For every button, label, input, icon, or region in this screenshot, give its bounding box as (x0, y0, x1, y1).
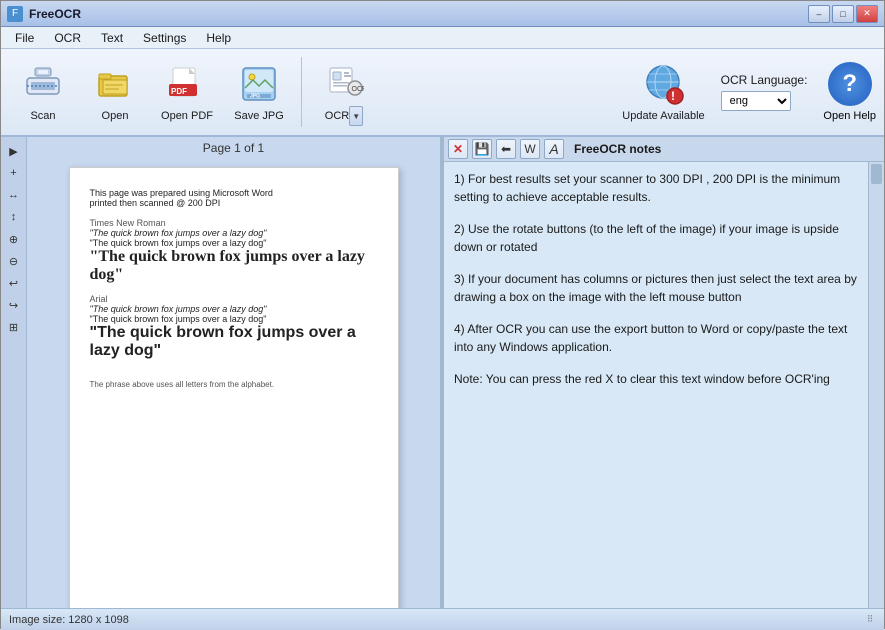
toolbar-separator-1 (301, 57, 302, 127)
notes-save-button[interactable]: 💾 (472, 139, 492, 159)
scan-icon (21, 62, 65, 106)
maximize-button[interactable]: □ (832, 5, 854, 23)
status-text: Image size: 1280 x 1098 (9, 614, 864, 626)
page-image: This page was prepared using Microsoft W… (69, 167, 399, 608)
scan-label: Scan (30, 110, 55, 122)
toolbar-right: ! Update Available OCR Language: eng fra… (622, 62, 876, 122)
open-pdf-button[interactable]: PDF Open PDF (153, 53, 221, 131)
arial-font-label: Arial (90, 294, 378, 304)
notes-font-button[interactable]: A (544, 139, 564, 159)
status-bar: Image size: 1280 x 1098 ⠿ (1, 608, 884, 630)
notes-header: ✕ 💾 ⬅ W A FreeOCR notes (444, 137, 884, 162)
ocr-icon: OCR (322, 58, 366, 102)
notes-para-3: 3) If your document has columns or pictu… (454, 270, 858, 306)
ocr-dropdown-arrow[interactable]: ▼ (349, 106, 363, 126)
notes-word-button[interactable]: W (520, 139, 540, 159)
intro-text: This page was prepared using Microsoft W… (90, 188, 378, 208)
app-icon: F (7, 6, 23, 22)
notes-para-1: 1) For best results set your scanner to … (454, 170, 858, 206)
save-jpg-icon: JPG (237, 62, 281, 106)
ocr-language-group: OCR Language: eng fra deu spa (721, 73, 808, 111)
ocr-language-select[interactable]: eng fra deu spa (721, 91, 791, 111)
menu-text[interactable]: Text (91, 29, 133, 47)
minimize-button[interactable]: – (808, 5, 830, 23)
open-help-button[interactable]: ? Open Help (823, 62, 876, 122)
menu-bar: File OCR Text Settings Help (1, 27, 884, 49)
arial-quote2: "The quick brown fox jumps over a lazy d… (90, 314, 378, 324)
zoom-minus-button[interactable]: ⊖ (4, 251, 24, 271)
scan-button[interactable]: Scan (9, 53, 77, 131)
window-controls: – □ ✕ (808, 5, 878, 23)
resize-grip[interactable]: ⠿ (864, 614, 876, 626)
footer-text: The phrase above uses all letters from t… (90, 380, 378, 389)
save-jpg-label: Save JPG (234, 110, 284, 122)
grid-button[interactable]: ⊞ (4, 317, 24, 337)
notes-para-2: 2) Use the rotate buttons (to the left o… (454, 220, 858, 256)
zoom-in-button[interactable]: + (4, 163, 24, 183)
window-title: FreeOCR (29, 7, 808, 21)
times-quote2: "The quick brown fox jumps over a lazy d… (90, 238, 378, 248)
ocr-label: OCR (325, 110, 349, 122)
notes-title: FreeOCR notes (568, 140, 667, 158)
notes-para-4: 4) After OCR you can use the export butt… (454, 320, 858, 356)
arial-quote1: "The quick brown fox jumps over a lazy d… (90, 304, 378, 314)
image-panel: Page 1 of 1 This page was prepared using… (27, 137, 440, 608)
svg-text:PDF: PDF (171, 87, 187, 96)
notes-scrollbar[interactable] (868, 162, 884, 608)
page-label: Page 1 of 1 (203, 137, 264, 159)
times-quote1: "The quick brown fox jumps over a lazy d… (90, 228, 378, 238)
arial-block: Arial "The quick brown fox jumps over a … (90, 294, 378, 360)
rotate-right-button[interactable]: ↪ (4, 295, 24, 315)
times-block: Times New Roman "The quick brown fox jum… (90, 218, 378, 284)
ocr-button[interactable]: OCR OCR ▼ (310, 53, 378, 131)
open-icon (93, 62, 137, 106)
ocr-dropdown-row: OCR ▼ (325, 106, 363, 126)
help-label: Open Help (823, 110, 876, 122)
notes-para-5: Note: You can press the red X to clear t… (454, 370, 858, 388)
times-font-label: Times New Roman (90, 218, 378, 228)
pdf-icon: PDF (165, 62, 209, 106)
globe-icon: ! (641, 62, 685, 106)
update-button[interactable]: ! Update Available (622, 62, 704, 122)
play-button[interactable]: ▶ (4, 141, 24, 161)
page-container: This page was prepared using Microsoft W… (27, 159, 440, 608)
notes-panel: ✕ 💾 ⬅ W A FreeOCR notes 1) For best resu… (444, 137, 884, 608)
times-large-text: "The quick brown fox jumps over a lazy d… (90, 248, 378, 284)
toolbar: Scan Open PDF Open PDF (1, 49, 884, 137)
intro-block: This page was prepared using Microsoft W… (90, 188, 378, 208)
open-label: Open (102, 110, 129, 122)
title-bar: F FreeOCR – □ ✕ (1, 1, 884, 27)
notes-content: 1) For best results set your scanner to … (444, 162, 868, 608)
arial-large-text: "The quick brown fox jumps over a lazy d… (90, 324, 378, 360)
notes-close-button[interactable]: ✕ (448, 139, 468, 159)
help-icon: ? (828, 62, 872, 106)
menu-settings[interactable]: Settings (133, 29, 196, 47)
left-toolbar: ▶ + ↔ ↕ ⊕ ⊖ ↩ ↪ ⊞ (1, 137, 27, 608)
close-button[interactable]: ✕ (856, 5, 878, 23)
svg-text:!: ! (671, 89, 675, 103)
fit-width-button[interactable]: ↔ (4, 185, 24, 205)
menu-file[interactable]: File (5, 29, 44, 47)
svg-text:OCR: OCR (352, 86, 365, 93)
svg-text:JPG: JPG (250, 94, 260, 100)
notes-export-button[interactable]: ⬅ (496, 139, 516, 159)
rotate-left-button[interactable]: ↩ (4, 273, 24, 293)
zoom-plus-button[interactable]: ⊕ (4, 229, 24, 249)
ocr-language-label: OCR Language: (721, 73, 808, 87)
open-button[interactable]: Open (81, 53, 149, 131)
menu-ocr[interactable]: OCR (44, 29, 91, 47)
menu-help[interactable]: Help (196, 29, 241, 47)
main-content: ▶ + ↔ ↕ ⊕ ⊖ ↩ ↪ ⊞ Page 1 of 1 This page … (1, 137, 884, 608)
save-jpg-button[interactable]: JPG Save JPG (225, 53, 293, 131)
open-pdf-label: Open PDF (161, 110, 213, 122)
update-label: Update Available (622, 110, 704, 122)
fit-height-button[interactable]: ↕ (4, 207, 24, 227)
